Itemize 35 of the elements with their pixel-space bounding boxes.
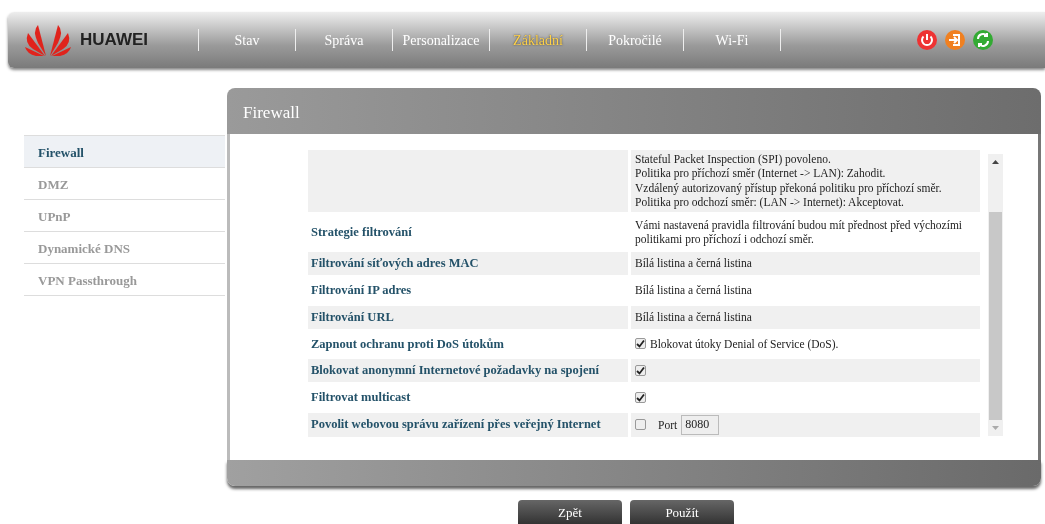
refresh-icon[interactable]: [973, 30, 993, 50]
nav-tab[interactable]: Wi-Fi: [711, 29, 753, 51]
row-label: Filtrování IP adres: [311, 282, 412, 299]
panel-title: Firewall: [227, 88, 1041, 134]
action-button[interactable]: Zpět: [518, 500, 622, 524]
power-icon[interactable]: [917, 30, 937, 50]
row-label: Filtrování síťových adres MAC: [311, 255, 479, 273]
value-text: Stateful Packet Inspection (SPI) povoleno. Politika pro příchozí směr (Internet -> LAN): Zahodit. Vzdálený autorizovaný přístup překoná politiku pro příchozí směr. Politika pro odchozí směr: (LAN -> Internet): Akceptovat.: [635, 152, 942, 210]
sidebar-item[interactable]: Firewall: [24, 136, 225, 168]
nav-tab[interactable]: Správa: [320, 29, 368, 51]
logout-icon[interactable]: [945, 30, 965, 50]
checkbox[interactable]: [635, 365, 646, 377]
nav-tab[interactable]: Stav: [230, 29, 264, 51]
logo-icon: [24, 23, 72, 57]
row-label: Filtrování URL: [311, 308, 394, 326]
value-text: Bílá listina a černá listina: [635, 309, 752, 325]
nav-tab[interactable]: Personalizace: [398, 29, 484, 51]
port-label: Port: [658, 417, 678, 432]
value-text: Vámi nastavená pravidla filtrování budou mít přednost před výchozími politikami pro příchozí i odchozí směr.: [635, 217, 964, 247]
row-label: Zapnout ochranu proti DoS útokům: [311, 335, 504, 353]
nav-tab[interactable]: Základní: [509, 29, 567, 51]
port-field[interactable]: 8080: [681, 414, 720, 435]
checkbox[interactable]: [635, 338, 646, 350]
row-label: Povolit webovou správu zařízení přes veřejný Internet: [311, 416, 601, 434]
brand-name: HUAWEI: [80, 29, 148, 52]
row-label: Filtrovat multicast: [311, 389, 411, 406]
row-label: Blokovat anonymní Internetové požadavky na spojení: [311, 362, 599, 380]
row-label: Strategie filtrování: [311, 223, 412, 241]
action-button[interactable]: Použít: [630, 500, 734, 524]
value-text: Bílá listina a černá listina: [635, 256, 752, 271]
checkbox[interactable]: [635, 391, 646, 403]
checkbox[interactable]: [635, 419, 646, 431]
checkbox-label: Blokovat útoky Denial of Service (DoS).: [650, 336, 839, 352]
nav-tab[interactable]: Pokročilé: [604, 29, 666, 51]
value-text: Bílá listina a černá listina: [635, 283, 752, 298]
